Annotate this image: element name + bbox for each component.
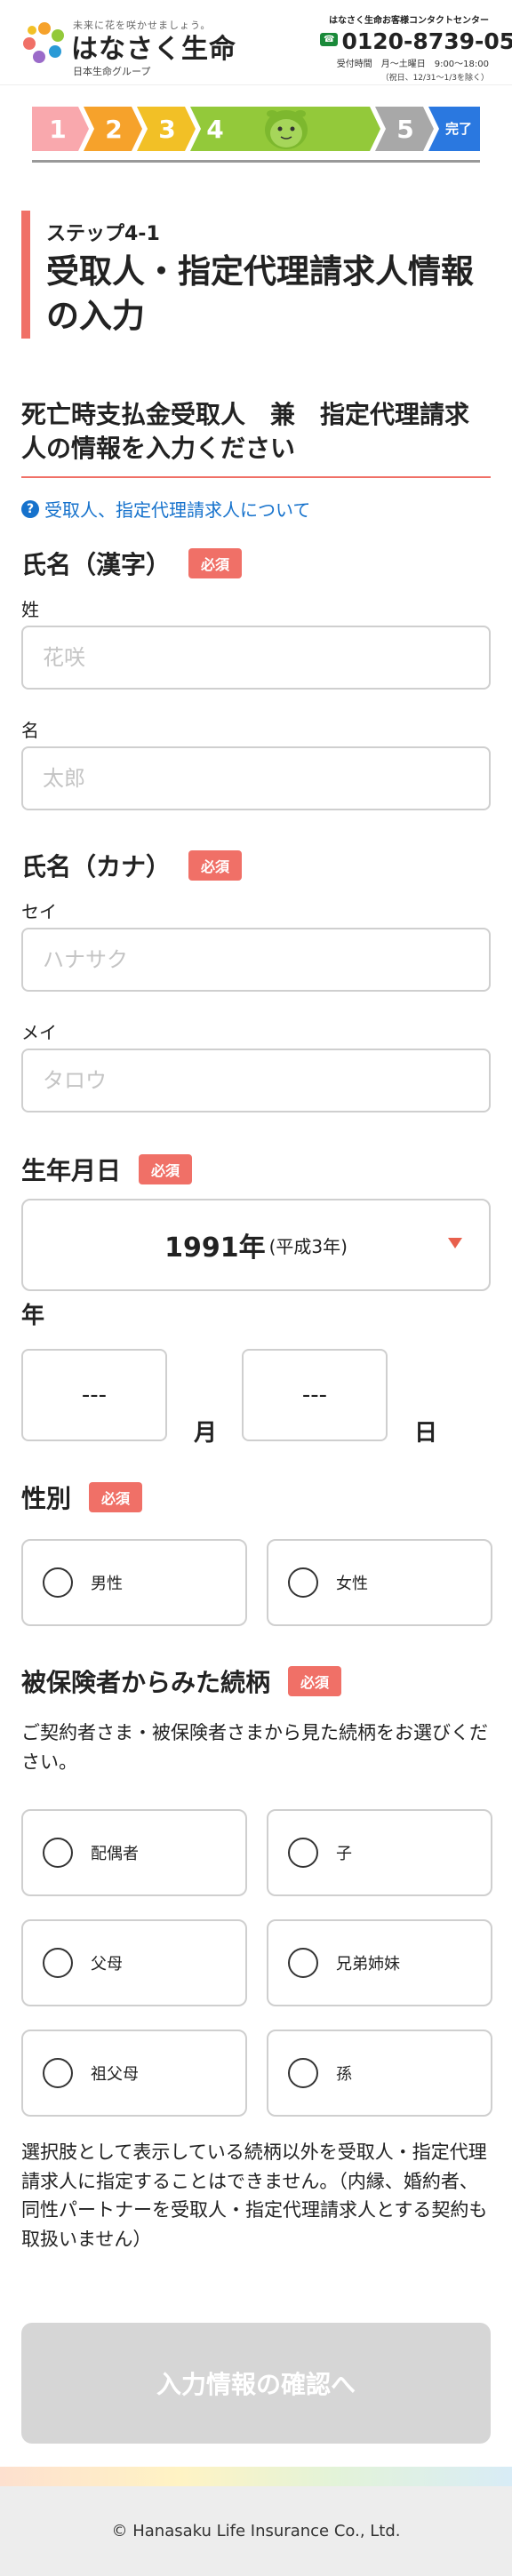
radio-icon[interactable]: [43, 1948, 73, 1978]
first-name-kana-input[interactable]: [21, 1049, 491, 1113]
first-name-label: 名: [21, 720, 39, 741]
year-unit-label: 年: [21, 1303, 45, 1329]
relationship-note: 選択肢として表示している続柄以外を受取人・指定代理請求人に指定することはできませ…: [21, 2141, 488, 2250]
name-kana-label: 氏名（カナ） 必須: [21, 848, 243, 883]
phone-number[interactable]: 0120-8739-05: [341, 28, 512, 54]
radio-icon[interactable]: [288, 1567, 318, 1598]
flower-logo-icon: [23, 22, 64, 63]
month-unit-label: 月: [194, 1420, 218, 1447]
required-badge: 必須: [288, 1666, 342, 1696]
radio-icon[interactable]: [288, 1838, 318, 1868]
birthdate-label-text: 生年月日: [21, 1156, 122, 1185]
gender-label: 性別 必須: [21, 1479, 143, 1515]
gender-option-male[interactable]: 男性: [21, 1539, 247, 1626]
birth-day-select[interactable]: ---: [242, 1349, 388, 1441]
company-logo-text[interactable]: はなさく生命: [71, 27, 236, 66]
last-name-label: 姓: [21, 599, 39, 620]
birth-year-value: 1991年: [164, 1232, 266, 1264]
radio-icon[interactable]: [43, 2058, 73, 2088]
birth-month-select[interactable]: ---: [21, 1349, 167, 1441]
relationship-option-grandparent[interactable]: 祖父母: [21, 2030, 247, 2117]
radio-label: 兄弟姉妹: [336, 1955, 400, 1974]
site-header: 未来に花を咲かせましょう。 はなさく生命 日本生命グループ はなさく生命お客様コ…: [0, 0, 512, 85]
required-badge: 必須: [89, 1482, 143, 1512]
freedial-icon: ☎: [320, 32, 339, 46]
footer-decoration: [0, 2467, 512, 2486]
required-badge: 必須: [188, 548, 243, 578]
contact-phone[interactable]: ☎ 0120-8739-05: [320, 28, 512, 54]
birth-year-era: (平成3年): [268, 1235, 348, 1257]
birthdate-label: 生年月日 必須: [21, 1152, 193, 1187]
confirm-button[interactable]: 入力情報の確認へ: [21, 2323, 491, 2444]
relationship-option-child[interactable]: 子: [267, 1809, 492, 1896]
relationship-label: 被保険者からみた続柄 必須: [21, 1663, 342, 1699]
help-link-text[interactable]: 受取人、指定代理請求人について: [44, 496, 310, 522]
step-done: 完了: [444, 120, 472, 137]
first-name-kanji-input[interactable]: [21, 746, 491, 810]
copyright: © Hanasaku Life Insurance Co., Ltd.: [111, 2522, 401, 2540]
radio-label: 父母: [91, 1955, 123, 1974]
step-2: 2: [105, 114, 123, 144]
relationship-option-parent[interactable]: 父母: [21, 1919, 247, 2006]
contact-hours: 受付時間 月〜土曜日 9:00〜18:00: [336, 60, 489, 69]
birth-year-select[interactable]: 1991年 (平成3年): [21, 1199, 491, 1291]
page-title-block: ステップ4-1 受取人・指定代理請求人情報の入力: [21, 211, 491, 339]
relationship-description: ご契約者さま・被保険者さまから見た続柄をお選びください。: [21, 1722, 488, 1773]
radio-label: 子: [336, 1845, 352, 1863]
last-name-kana-input[interactable]: [21, 928, 491, 992]
last-name-kana-label: セイ: [21, 901, 57, 922]
radio-icon[interactable]: [288, 1948, 318, 1978]
radio-label: 配偶者: [91, 1845, 139, 1863]
gender-label-text: 性別: [21, 1484, 72, 1513]
gender-option-female[interactable]: 女性: [267, 1539, 492, 1626]
radio-label: 孫: [336, 2065, 352, 2084]
name-kanji-label-text: 氏名（漢字）: [21, 550, 172, 579]
footer: © Hanasaku Life Insurance Co., Ltd.: [0, 2486, 512, 2576]
contact-hours-note: （祝日、12/31〜1/3を除く）: [380, 74, 489, 83]
question-icon: ?: [21, 499, 39, 518]
section-title: 死亡時支払金受取人 兼 指定代理請求人の情報を入力ください: [21, 398, 491, 478]
mascot-icon: [265, 110, 308, 149]
radio-icon[interactable]: [288, 2058, 318, 2088]
relationship-option-grandchild[interactable]: 孫: [267, 2030, 492, 2117]
step-5: 5: [396, 114, 414, 144]
step-3: 3: [158, 114, 176, 144]
help-link[interactable]: ? 受取人、指定代理請求人について: [21, 496, 310, 522]
day-unit-label: 日: [414, 1420, 438, 1447]
progress-underline: [32, 160, 480, 163]
radio-label: 祖父母: [91, 2065, 139, 2084]
relationship-label-text: 被保険者からみた続柄: [21, 1668, 271, 1697]
contact-center: はなさく生命お客様コンタクトセンター ☎ 0120-8739-05 受付時間 月〜…: [320, 12, 512, 83]
radio-icon[interactable]: [43, 1838, 73, 1868]
name-kana-label-text: 氏名（カナ）: [21, 852, 172, 881]
relationship-option-spouse[interactable]: 配偶者: [21, 1809, 247, 1896]
dropdown-arrow-icon: [448, 1238, 462, 1248]
step-4: 4: [206, 114, 224, 144]
radio-label: 男性: [91, 1575, 123, 1593]
required-badge: 必須: [139, 1154, 193, 1184]
group-name: 日本生命グループ: [73, 66, 151, 77]
step-label: ステップ4-1: [46, 223, 160, 245]
contact-title: はなさく生命お客様コンタクトセンター: [329, 16, 489, 26]
radio-label: 女性: [336, 1575, 368, 1593]
radio-icon[interactable]: [43, 1567, 73, 1598]
required-badge: 必須: [188, 850, 243, 881]
progress-steps: 1 2 3 4 5 完了: [32, 107, 480, 163]
page-title: 受取人・指定代理請求人情報の入力: [46, 252, 474, 335]
first-name-kana-label: メイ: [21, 1022, 57, 1043]
last-name-kanji-input[interactable]: [21, 626, 491, 690]
name-kanji-label: 氏名（漢字） 必須: [21, 546, 243, 581]
relationship-option-sibling[interactable]: 兄弟姉妹: [267, 1919, 492, 2006]
step-1: 1: [49, 114, 67, 144]
